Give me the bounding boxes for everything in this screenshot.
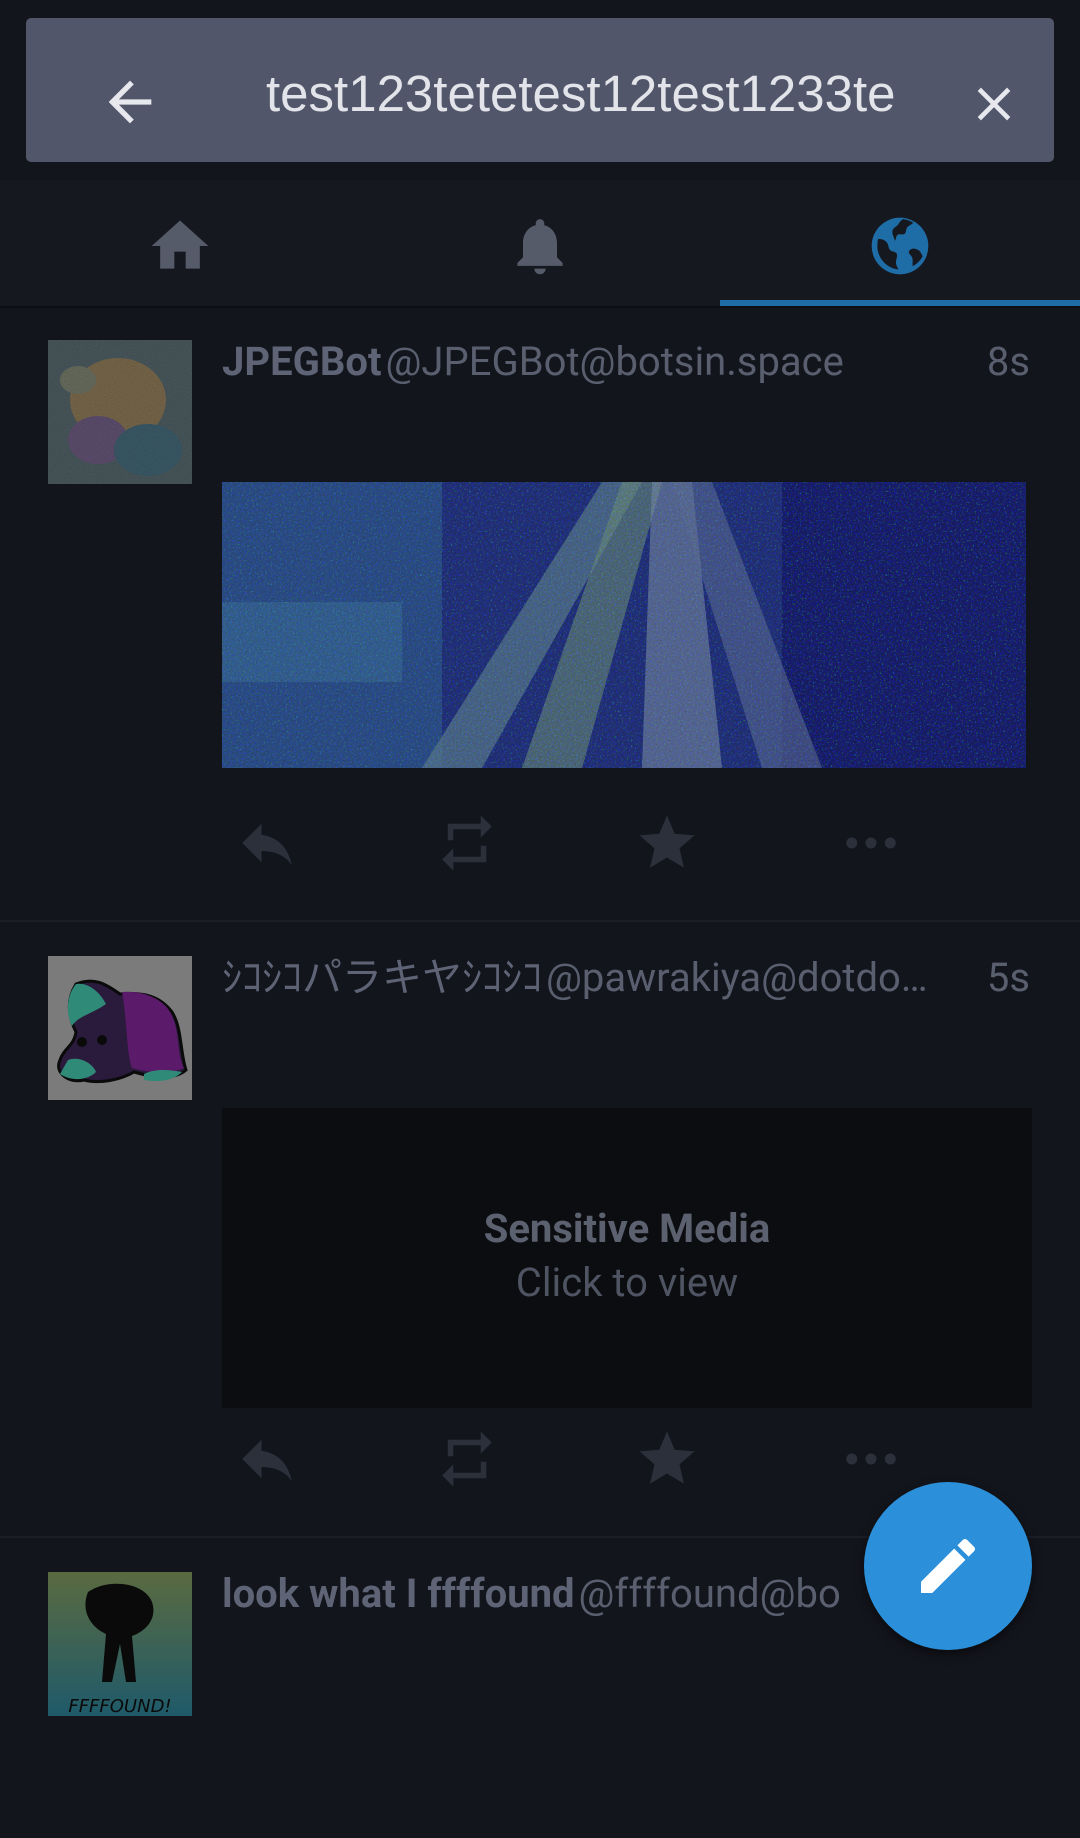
display-name[interactable]: JPEGBot xyxy=(222,338,382,385)
reply-button[interactable] xyxy=(222,1420,312,1500)
globe-icon xyxy=(871,217,929,275)
avatar[interactable] xyxy=(48,340,192,484)
tab-federated[interactable] xyxy=(720,180,1080,308)
status-actions xyxy=(222,1420,1032,1500)
arrow-left-icon[interactable] xyxy=(98,70,162,134)
navigation-tabs xyxy=(0,180,1080,308)
reply-icon xyxy=(242,1439,292,1481)
display-name[interactable]: look what I ffffound xyxy=(222,1570,575,1617)
tab-notifications[interactable] xyxy=(360,180,720,308)
favourite-button[interactable] xyxy=(622,1420,712,1500)
bell-icon xyxy=(517,219,563,275)
sensitive-media-title: Sensitive Media xyxy=(483,1205,771,1252)
avatar[interactable] xyxy=(48,956,192,1100)
timestamp[interactable]: 8s xyxy=(976,332,1030,392)
favourite-icon xyxy=(639,815,695,868)
boost-button[interactable] xyxy=(422,804,512,884)
boost-icon xyxy=(442,815,492,871)
avatar[interactable]: FFFFOUND! xyxy=(48,1572,192,1716)
sensitive-media-button[interactable]: Sensitive Media Click to view xyxy=(222,1108,1032,1408)
pencil-icon xyxy=(921,1538,976,1593)
display-name[interactable]: ｼｺｼｺパラキヤｼｺｼｺ xyxy=(222,955,542,1001)
reply-button[interactable] xyxy=(222,804,312,884)
more-icon xyxy=(846,1453,896,1465)
account-handle[interactable]: @ffffound@bo xyxy=(579,1570,841,1617)
favourite-icon xyxy=(639,1431,695,1484)
account-handle[interactable]: @pawrakiya@dotdo… xyxy=(546,954,928,1001)
status-header: JPEGBot @JPEGBot@botsin.space 8s xyxy=(222,332,1034,392)
status-item[interactable]: JPEGBot @JPEGBot@botsin.space 8s xyxy=(0,308,1080,922)
account-handle[interactable]: @JPEGBot@botsin.space xyxy=(386,338,844,385)
status-item[interactable]: ｼｺｼｺパラキヤｼｺｼｺ @pawrakiya@dotdo… 5s Sensit… xyxy=(0,922,1080,1538)
boost-icon xyxy=(442,1431,492,1487)
search-bar xyxy=(26,18,1054,162)
sensitive-media-subtitle: Click to view xyxy=(515,1259,739,1306)
boost-button[interactable] xyxy=(422,1420,512,1500)
search-input[interactable] xyxy=(266,54,926,134)
timestamp[interactable]: 5s xyxy=(976,948,1030,1008)
media-attachment[interactable] xyxy=(222,482,1026,768)
reply-icon xyxy=(242,823,292,865)
favourite-button[interactable] xyxy=(622,804,712,884)
status-actions xyxy=(222,804,1032,884)
home-icon xyxy=(151,220,209,269)
status-header: ｼｺｼｺパラキヤｼｺｼｺ @pawrakiya@dotdo… 5s xyxy=(222,948,1034,1008)
more-button[interactable] xyxy=(826,804,916,884)
tab-home[interactable] xyxy=(0,180,360,308)
close-icon[interactable] xyxy=(966,76,1022,132)
avatar-text: FFFFOUND! xyxy=(68,1696,171,1716)
compose-button[interactable] xyxy=(864,1482,1032,1650)
more-icon xyxy=(846,837,896,849)
more-button[interactable] xyxy=(826,1420,916,1500)
